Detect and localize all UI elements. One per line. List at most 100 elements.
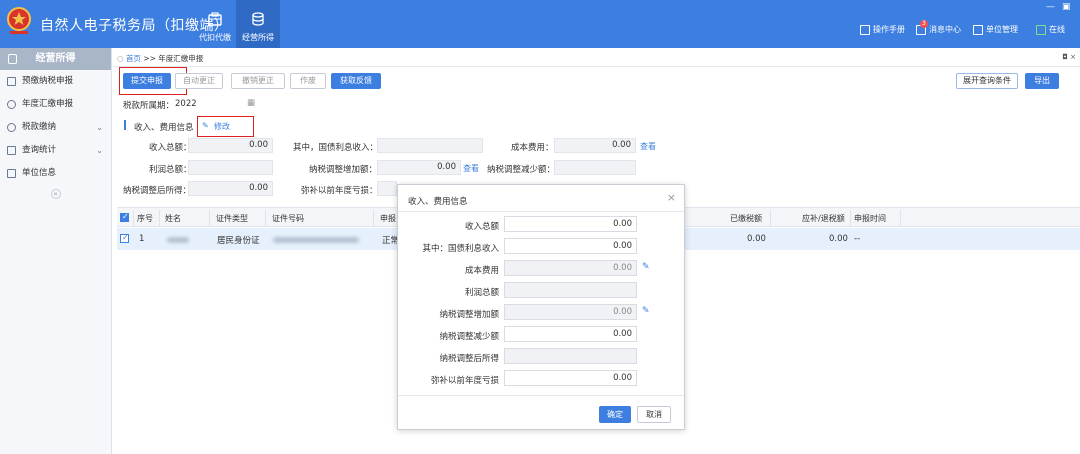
breadcrumb-separator: >> bbox=[143, 54, 156, 63]
online-label: 在线 bbox=[1049, 25, 1065, 34]
dlg-income-total-label: 收入总额 bbox=[464, 222, 499, 232]
calendar-icon[interactable]: ▦ bbox=[247, 98, 255, 108]
briefcase-icon bbox=[208, 12, 222, 26]
restore-button[interactable]: ▣ bbox=[1062, 2, 1071, 12]
dlg-profit-label: 利润总额 bbox=[464, 288, 499, 298]
income-total-field: 0.00 bbox=[188, 138, 273, 153]
export-button[interactable]: 导出 bbox=[1025, 73, 1059, 89]
sidebar-item-unit-info[interactable]: 单位信息 bbox=[0, 162, 111, 185]
sidebar-item-label: 预缴纳税申报 bbox=[22, 76, 74, 86]
dlg-cost-label: 成本费用 bbox=[464, 266, 499, 276]
chevron-down-icon: ⌄ bbox=[96, 123, 103, 132]
sidebar-item-annual-declaration[interactable]: 年度汇缴申报 bbox=[0, 93, 111, 116]
blurred-id-number bbox=[273, 237, 359, 243]
dlg-bond-interest-input[interactable]: 0.00 bbox=[504, 238, 637, 254]
home-icon: ○ bbox=[117, 54, 126, 63]
tab-withholding[interactable]: 代扣代缴 bbox=[193, 0, 237, 48]
dlg-adj-decrease-input[interactable]: 0.00 bbox=[504, 326, 637, 342]
col-decl-time: 申报时间 bbox=[854, 214, 886, 223]
tab-withholding-label: 代扣代缴 bbox=[199, 33, 231, 42]
message-icon: 3 bbox=[916, 19, 928, 35]
minimize-button[interactable]: — bbox=[1046, 2, 1055, 12]
manual-label: 操作手册 bbox=[873, 25, 905, 34]
get-feedback-button[interactable]: 获取反馈 bbox=[331, 73, 381, 89]
unit-management-link[interactable]: 单位管理 bbox=[973, 24, 1018, 35]
form-icon bbox=[7, 77, 16, 86]
adj-increase-view-link[interactable]: 查看 bbox=[463, 163, 479, 174]
sidebar-item-prepay-declaration[interactable]: 预缴纳税申报 bbox=[0, 70, 111, 93]
income-total-label: 收入总额： bbox=[149, 143, 192, 153]
edit-pencil-icon[interactable]: ✎ bbox=[642, 306, 650, 316]
col-id-number: 证件号码 bbox=[272, 214, 304, 223]
app-header: 自然人电子税务局（扣缴端） 代扣代缴 经营所得 操作手册 3 消息中心 单位管理… bbox=[0, 0, 1080, 48]
col-refund: 应补/退税额 bbox=[802, 214, 845, 223]
manual-link[interactable]: 操作手册 bbox=[860, 24, 905, 35]
bond-interest-label: 其中，国债利息收入： bbox=[293, 143, 379, 153]
adj-increase-field: 0.00 bbox=[377, 160, 461, 175]
section-title: 收入、费用信息 bbox=[134, 123, 194, 133]
sidebar-item-query-stats[interactable]: 查询统计 ⌄ bbox=[0, 139, 111, 162]
col-declaration: 申报 bbox=[380, 214, 396, 223]
tax-pay-icon bbox=[7, 123, 16, 132]
dialog-title: 收入、费用信息 bbox=[408, 197, 468, 207]
confirm-button[interactable]: 确定 bbox=[599, 406, 631, 423]
breadcrumb-home[interactable]: 首页 bbox=[126, 54, 141, 63]
row-checkbox[interactable]: ✓ bbox=[120, 233, 129, 243]
sidebar: 经营所得 预缴纳税申报 年度汇缴申报 税款缴纳 ⌄ 查询统计 ⌄ 单位信息 « bbox=[0, 48, 112, 454]
dlg-profit-input bbox=[504, 282, 637, 298]
row-seq: 1 bbox=[139, 234, 145, 244]
dlg-income-total-input[interactable]: 0.00 bbox=[504, 216, 637, 232]
expand-query-button[interactable]: 展开查询条件 bbox=[956, 73, 1018, 89]
cost-field: 0.00 bbox=[554, 138, 636, 153]
auto-correct-button[interactable]: 自动更正 bbox=[175, 73, 223, 89]
void-button[interactable]: 作废 bbox=[290, 73, 326, 89]
prior-loss-field bbox=[377, 181, 397, 196]
cost-label: 成本费用： bbox=[511, 143, 554, 153]
coins-stack-icon bbox=[252, 12, 264, 26]
highlight-edit-box bbox=[197, 116, 254, 137]
dlg-adj-income-input bbox=[504, 348, 637, 364]
sidebar-item-label: 单位信息 bbox=[22, 168, 57, 178]
sidebar-item-label: 查询统计 bbox=[22, 145, 57, 155]
period-value[interactable]: 2022 bbox=[175, 99, 197, 109]
stats-icon bbox=[7, 146, 16, 155]
edit-pencil-icon[interactable]: ✎ bbox=[642, 262, 650, 272]
profit-label: 利润总额： bbox=[149, 165, 192, 175]
adj-income-label: 纳税调整后所得： bbox=[123, 186, 192, 196]
dialog-divider bbox=[398, 211, 684, 212]
chevron-down-icon: ⌄ bbox=[96, 146, 103, 155]
divider bbox=[113, 66, 1080, 67]
sidebar-title-icon bbox=[8, 54, 17, 64]
sidebar-collapse-button[interactable]: « bbox=[50, 189, 61, 199]
main-controls: ◘ × bbox=[1062, 53, 1076, 61]
message-badge: 3 bbox=[920, 19, 928, 28]
cost-view-link[interactable]: 查看 bbox=[640, 141, 656, 152]
col-name: 姓名 bbox=[165, 214, 181, 223]
dlg-bond-interest-label: 其中：国债利息收入 bbox=[422, 244, 499, 254]
dlg-adj-increase-input: 0.00 bbox=[504, 304, 637, 320]
sidebar-item-label: 税款缴纳 bbox=[22, 122, 57, 132]
income-expense-dialog: 收入、费用信息 × 收入总额 0.00 其中：国债利息收入 0.00 成本费用 … bbox=[397, 184, 685, 430]
row-paid-tax: 0.00 bbox=[747, 234, 766, 244]
col-id-type: 证件类型 bbox=[216, 214, 248, 223]
sidebar-item-tax-payment[interactable]: 税款缴纳 ⌄ bbox=[0, 116, 111, 139]
adj-decrease-label: 纳税调整减少额： bbox=[487, 165, 556, 175]
dlg-adj-income-label: 纳税调整后所得 bbox=[439, 354, 499, 364]
cancel-correction-button[interactable]: 撤销更正 bbox=[231, 73, 285, 89]
dlg-prior-loss-input[interactable]: 0.00 bbox=[504, 370, 637, 386]
bond-interest-field bbox=[377, 138, 483, 153]
close-tab-icon[interactable]: × bbox=[1070, 53, 1076, 61]
select-all-checkbox[interactable]: ✓ bbox=[120, 212, 129, 222]
row-refund: 0.00 bbox=[829, 234, 848, 244]
tab-business-income-label: 经营所得 bbox=[242, 33, 274, 42]
unit-management-label: 单位管理 bbox=[986, 25, 1018, 34]
info-icon bbox=[7, 169, 16, 178]
dlg-adj-increase-label: 纳税调整增加额 bbox=[439, 310, 499, 320]
message-center-link[interactable]: 3 消息中心 bbox=[916, 19, 961, 35]
online-chat-link[interactable]: 在线 bbox=[1036, 24, 1065, 35]
tab-business-income[interactable]: 经营所得 bbox=[236, 0, 280, 48]
cancel-button[interactable]: 取消 bbox=[637, 406, 671, 423]
close-icon[interactable]: × bbox=[667, 191, 676, 204]
pin-icon[interactable]: ◘ bbox=[1062, 53, 1068, 61]
row-id-type: 居民身份证 bbox=[217, 236, 260, 246]
